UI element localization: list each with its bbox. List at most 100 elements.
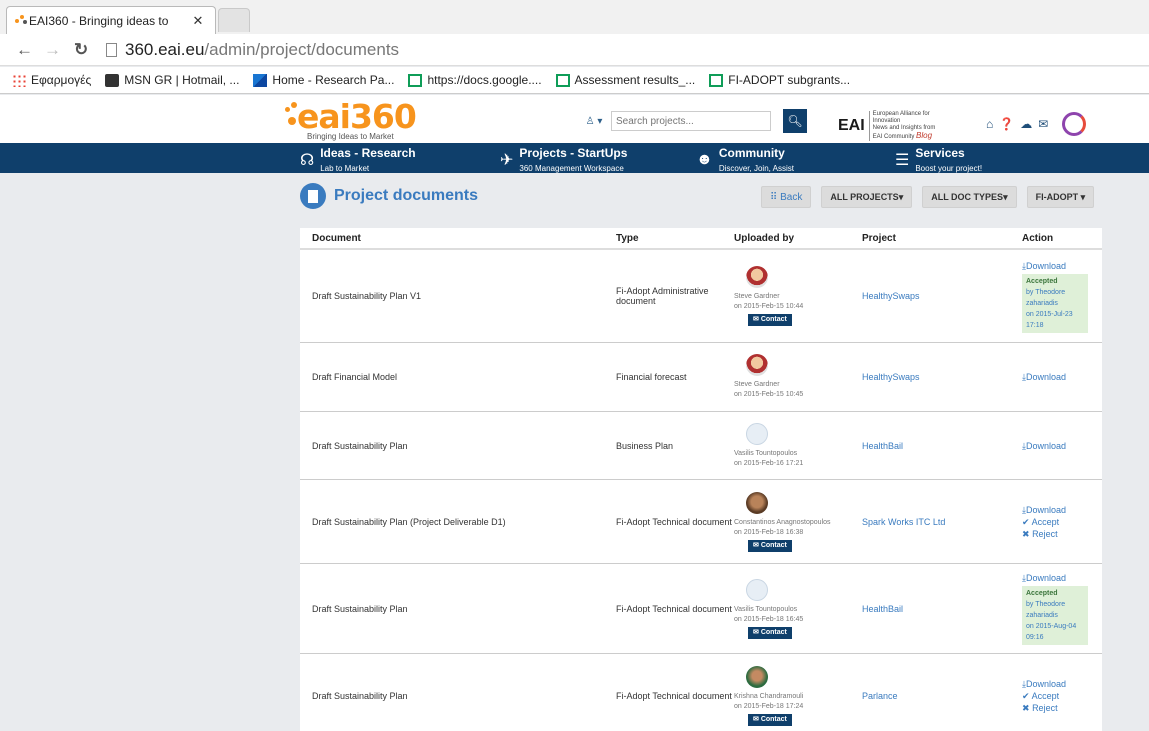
fi-adopt-dropdown[interactable]: FI-ADOPT ▾ — [1026, 186, 1095, 208]
accept-link[interactable]: ✔ Accept — [1022, 516, 1102, 528]
document-type: Fi-Adopt Technical document — [616, 603, 732, 614]
table-row: Draft Sustainability Plan Fi-Adopt Techn… — [300, 654, 1102, 731]
project-link[interactable]: HealthBail — [862, 441, 1022, 451]
document-type: Business Plan — [616, 440, 674, 451]
reload-icon[interactable]: ↻ — [74, 40, 88, 60]
nav-projects-startups[interactable]: ✈ Projects - StartUps 360 Management Work… — [500, 146, 627, 174]
search-button[interactable]: 🔍︎ — [783, 109, 807, 133]
accepted-date: on 2015-Jul-23 17:18 — [1026, 310, 1073, 329]
download-link[interactable]: ⤓Download — [1022, 572, 1102, 584]
nav-subtitle: 360 Management Workspace — [519, 164, 624, 173]
main-nav: ☊ Ideas - Research Lab to Market ✈ Projec… — [0, 143, 1149, 173]
download-label: Download — [1025, 678, 1067, 689]
uploader-name: Vasilis Tountopoulos — [734, 605, 798, 613]
upload-date: on 2015-Feb-15 10:45 — [734, 391, 804, 398]
avatar[interactable] — [746, 354, 768, 376]
download-link[interactable]: ⤓Download — [1022, 260, 1102, 272]
contact-button[interactable]: ✉ Contact — [748, 539, 792, 552]
bookmark-research[interactable]: Home - Research Pa... — [253, 73, 394, 87]
table-row: Draft Sustainability Plan (Project Deliv… — [300, 480, 1102, 564]
search-scope-dropdown[interactable]: ♙ ▾ — [577, 111, 611, 131]
documents-table: Document Type Uploaded by Project Action… — [300, 228, 1102, 731]
nav-ideas-research[interactable]: ☊ Ideas - Research Lab to Market — [300, 146, 416, 174]
accept-link[interactable]: ✔ Accept — [1022, 690, 1102, 702]
reject-link[interactable]: ✖ Reject — [1022, 528, 1102, 540]
mail-icon[interactable]: ✉ — [1038, 117, 1048, 131]
nav-community[interactable]: ☻ Community Discover, Join, Assist — [696, 146, 794, 174]
reject-link[interactable]: ✖ Reject — [1022, 702, 1102, 714]
uploader: Krishna Chandramouli on 2015-Feb-18 17:2… — [734, 665, 862, 726]
research-icon — [253, 73, 268, 87]
contact-button[interactable]: ✉ Contact — [748, 314, 792, 326]
document-icon — [300, 183, 326, 209]
profile-logo-icon[interactable] — [1062, 112, 1087, 136]
bookmark-msn[interactable]: MSN GR | Hotmail, ... — [105, 73, 239, 87]
all-doc-types-dropdown[interactable]: ALL DOC TYPES ▾ — [922, 186, 1017, 208]
accepted-status: Accepted by Theodore zahariadis on 2015-… — [1022, 586, 1088, 645]
accepted-label: Accepted — [1026, 277, 1058, 285]
accepted-date: on 2015-Aug-04 09:16 — [1026, 623, 1077, 641]
default-user-icon[interactable] — [746, 422, 768, 445]
avatar[interactable] — [746, 491, 768, 514]
all-projects-dropdown[interactable]: ALL PROJECTS ▾ — [821, 186, 913, 208]
table-row: Draft Sustainability Plan V1 Fi-Adopt Ad… — [300, 250, 1102, 343]
browser-tab[interactable]: EAI360 - Bringing ideas to ✕ — [6, 6, 216, 34]
document-name: Draft Sustainability Plan (Project Deliv… — [312, 516, 506, 527]
contact-button[interactable]: ✉ Contact — [748, 713, 792, 726]
chat-icon[interactable]: ☁ — [1020, 117, 1032, 131]
bookmark-docs[interactable]: https://docs.google.... — [408, 73, 542, 87]
url-path: /admin/project/documents — [204, 40, 400, 59]
eai360-logo[interactable]: eai360 Bringing Ideas to Market — [285, 97, 435, 141]
project-link[interactable]: Spark Works ITC Ltd — [862, 517, 1022, 527]
avatar[interactable] — [746, 266, 768, 288]
project-link[interactable]: HealthySwaps — [862, 291, 1022, 301]
download-link[interactable]: ⤓Download — [1022, 371, 1102, 383]
site-header: eai360 Bringing Ideas to Market ♙ ▾ 🔍︎ E… — [0, 95, 1149, 143]
project-link[interactable]: Parlance — [862, 691, 1022, 701]
caret-down-icon: ▾ — [898, 191, 904, 202]
page-heading: Project documents — [300, 183, 478, 209]
default-user-icon[interactable] — [746, 578, 768, 601]
header-document: Document — [312, 232, 361, 244]
accepted-label: Accepted — [1026, 590, 1058, 597]
avatar[interactable] — [746, 665, 768, 688]
back-arrow-icon[interactable]: ← — [16, 40, 33, 60]
eai-blog-logo[interactable]: EAI European Alliance for Innovation New… — [838, 111, 945, 141]
nav-subtitle: Discover, Join, Assist — [718, 164, 794, 173]
action-cell: ⤓Download Accepted by Theodore zahariadi… — [1022, 260, 1102, 333]
close-tab-icon[interactable]: ✕ — [191, 13, 205, 29]
bookmark-assessment[interactable]: Assessment results_... — [555, 73, 695, 87]
home-icon[interactable]: ⌂ — [986, 117, 993, 131]
forward-arrow-icon[interactable]: → — [44, 40, 61, 60]
download-link[interactable]: ⤓Download — [1022, 440, 1102, 452]
document-name: Draft Sustainability Plan — [312, 603, 408, 614]
search-input[interactable] — [611, 111, 771, 131]
document-name: Draft Financial Model — [312, 372, 398, 382]
new-tab-button[interactable] — [218, 8, 250, 32]
reject-label: Reject — [1032, 702, 1058, 713]
bookmark-apps[interactable]: Εφαρμογές — [12, 73, 91, 87]
back-button[interactable]: ⠿ Back — [761, 186, 812, 208]
project-link[interactable]: HealthySwaps — [862, 372, 1022, 382]
download-link[interactable]: ⤓Download — [1022, 678, 1102, 690]
nav-title: Ideas - Research — [320, 146, 416, 160]
bookmark-label: https://docs.google.... — [427, 73, 542, 87]
bookmark-fi-adopt[interactable]: FI-ADOPT subgrants... — [709, 73, 850, 87]
nav-services[interactable]: ☰ Services Boost your project! — [895, 146, 982, 174]
download-link[interactable]: ⤓Download — [1022, 504, 1102, 516]
bookmark-label: MSN GR | Hotmail, ... — [124, 73, 240, 87]
table-row: Draft Financial Model Financial forecast… — [300, 343, 1102, 412]
contact-button[interactable]: ✉ Contact — [748, 626, 792, 639]
x-icon: ✖ — [1022, 702, 1030, 713]
nav-title: Projects - StartUps — [519, 146, 628, 160]
uploader-name: Vasilis Tountopoulos — [734, 449, 798, 457]
sheets-icon — [408, 73, 423, 87]
all-projects-label: ALL PROJECTS — [830, 192, 899, 202]
project-link[interactable]: HealthBail — [862, 604, 1022, 614]
bookmark-label: Εφαρμογές — [31, 73, 92, 87]
document-name: Draft Sustainability Plan V1 — [312, 291, 422, 301]
eai-favicon-icon — [15, 15, 27, 25]
address-bar[interactable]: 360.eai.eu /admin/project/documents — [106, 38, 1146, 62]
uploader: Steve Gardner on 2015-Feb-15 10:44 ✉ Con… — [734, 266, 862, 326]
help-icon[interactable]: ❓ — [999, 117, 1014, 131]
